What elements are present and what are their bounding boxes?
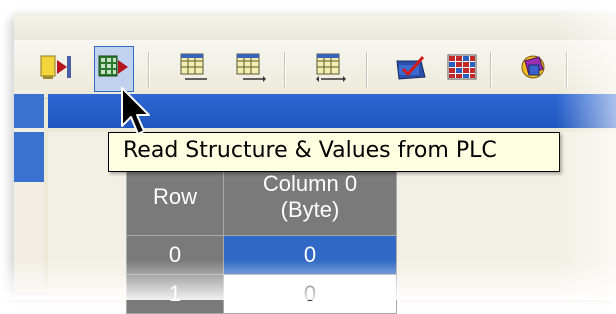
tooltip: Read Structure & Values from PLC (108, 132, 560, 172)
grid-edit-arrow-icon (233, 51, 267, 88)
data-grid: Row Column 0 (Byte) 0 0 1 0 (126, 158, 397, 314)
color-grid-icon (445, 51, 479, 88)
left-panel-selection (14, 132, 44, 182)
tooltip-text: Read Structure & Values from PLC (123, 138, 497, 163)
color-grid-button[interactable] (442, 46, 482, 92)
table-row: 1 0 (126, 274, 397, 314)
column-header-type: (Byte) (280, 197, 340, 222)
window-top-strip (14, 12, 616, 40)
grid-edit-icon (177, 51, 211, 88)
table-row: 0 0 (126, 235, 397, 275)
row-number-cell[interactable]: 1 (126, 274, 224, 314)
shapes-icon (517, 51, 551, 88)
chart-check-button[interactable] (390, 46, 430, 92)
grid-edit-arrow-button[interactable] (230, 46, 270, 92)
value-cell[interactable]: 0 (223, 235, 397, 275)
left-panel-selection (14, 94, 44, 128)
toolbar-separator (284, 52, 286, 88)
shapes-button[interactable] (514, 46, 554, 92)
mouse-cursor-icon (118, 84, 150, 145)
value-cell[interactable]: 0 (223, 274, 397, 314)
toolbar (14, 40, 616, 99)
toolbar-separator (490, 52, 492, 88)
insert-structure-button[interactable] (36, 46, 76, 92)
grid-move-icon (313, 51, 347, 88)
chart-check-icon (393, 51, 427, 88)
read-structure-values-icon (97, 52, 131, 87)
toolbar-separator (366, 52, 368, 88)
toolbar-separator (566, 52, 568, 88)
row-number-cell[interactable]: 0 (126, 235, 224, 275)
grid-move-button[interactable] (310, 46, 350, 92)
column-header-title: Column 0 (262, 171, 358, 196)
toolbar-separator (148, 52, 150, 88)
grid-edit-button[interactable] (174, 46, 214, 92)
insert-structure-icon (39, 52, 73, 87)
